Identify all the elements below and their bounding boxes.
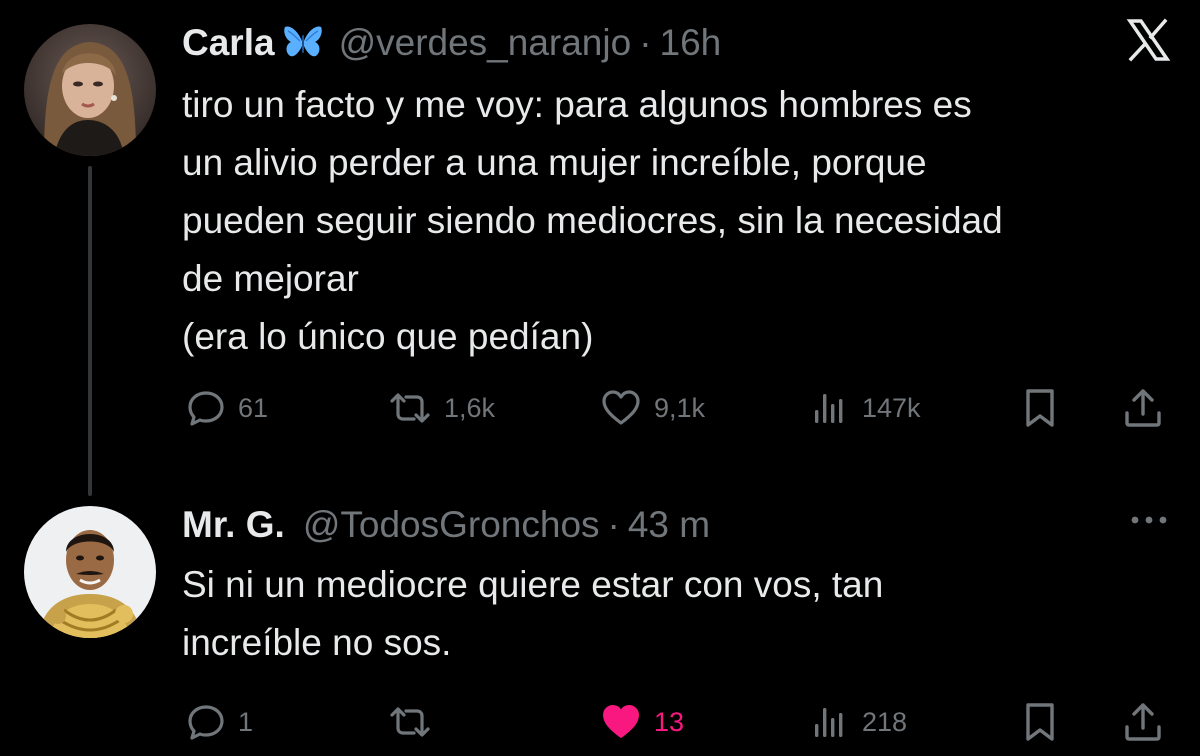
tweet-text-line: increíble no sos. — [182, 622, 452, 663]
repost-button[interactable] — [388, 698, 444, 746]
avatar-carla[interactable] — [24, 24, 156, 156]
reply-button[interactable]: 61 — [186, 384, 268, 432]
repost-icon — [390, 707, 430, 737]
heart-filled-icon — [603, 705, 639, 738]
repost-button[interactable]: 1,6k — [388, 384, 495, 432]
reply-button[interactable]: 1 — [186, 698, 253, 746]
views-button[interactable]: 218 — [810, 698, 907, 746]
action-bar: 1 13 218 — [0, 698, 1200, 746]
tweet-text-line: de mejorar — [182, 258, 359, 299]
heart-outline-icon — [602, 390, 640, 425]
more-options-icon[interactable] — [1128, 510, 1170, 530]
views-count: 218 — [862, 706, 908, 737]
tweet-text-line: Si ni un mediocre quiere estar con vos, … — [182, 564, 884, 605]
bookmark-button[interactable] — [1020, 698, 1060, 746]
action-bar: 61 1,6k 9,1k 147k — [0, 384, 1200, 432]
tweet-text: Si ni un mediocre quiere estar con vos, … — [182, 556, 1182, 672]
repost-count: 1,6k — [444, 392, 496, 423]
thread-line — [88, 166, 92, 496]
views-icon — [815, 394, 843, 423]
display-name[interactable]: Carla — [182, 22, 275, 64]
tweet-mr-g[interactable]: Mr. G. @TodosGronchos · 43 m Si ni un me… — [0, 492, 1200, 756]
reply-icon — [188, 705, 224, 740]
handle[interactable]: @verdes_naranjo — [339, 22, 632, 64]
views-button[interactable]: 147k — [810, 384, 921, 432]
timestamp[interactable]: 16h — [660, 22, 722, 64]
reply-count: 61 — [238, 392, 269, 423]
like-count: 13 — [654, 706, 685, 737]
tweet-text-line: (era lo único que pedían) — [182, 316, 594, 357]
handle[interactable]: @TodosGronchos — [303, 504, 600, 546]
repost-icon — [390, 393, 430, 423]
butterfly-emoji-icon — [283, 25, 323, 61]
reply-icon — [188, 391, 224, 426]
bookmark-button[interactable] — [1020, 384, 1060, 432]
separator-dot: · — [639, 22, 652, 63]
share-button[interactable] — [1122, 384, 1164, 432]
tweet-text: tiro un facto y me voy: para algunos hom… — [182, 76, 1182, 366]
tweet-header: Carla @verdes_naranjo · 16h — [182, 18, 1170, 68]
reply-count: 1 — [238, 706, 254, 737]
share-icon — [1125, 389, 1161, 427]
share-icon — [1125, 703, 1161, 741]
avatar-mr-g[interactable] — [24, 506, 156, 638]
display-name[interactable]: Mr. G. — [182, 504, 285, 546]
separator-dot: · — [607, 504, 620, 545]
like-button[interactable]: 13 — [600, 698, 684, 746]
like-button[interactable]: 9,1k — [600, 384, 705, 432]
tweet-text-line: un alivio perder a una mujer increíble, … — [182, 142, 927, 183]
bookmark-icon — [1026, 703, 1054, 741]
tweet-text-line: pueden seguir siendo mediocres, sin la n… — [182, 200, 1003, 241]
share-button[interactable] — [1122, 698, 1164, 746]
views-count: 147k — [862, 392, 921, 423]
timestamp[interactable]: 43 m — [628, 504, 710, 546]
tweet-text-line: tiro un facto y me voy: para algunos hom… — [182, 84, 972, 125]
x-logo-icon — [1126, 18, 1170, 62]
bookmark-icon — [1026, 389, 1054, 427]
like-count: 9,1k — [654, 392, 706, 423]
tweet-header: Mr. G. @TodosGronchos · 43 m — [182, 500, 1170, 550]
views-icon — [815, 708, 843, 737]
tweet-carla[interactable]: Carla @verdes_naranjo · 16h tiro un fact… — [0, 0, 1200, 496]
